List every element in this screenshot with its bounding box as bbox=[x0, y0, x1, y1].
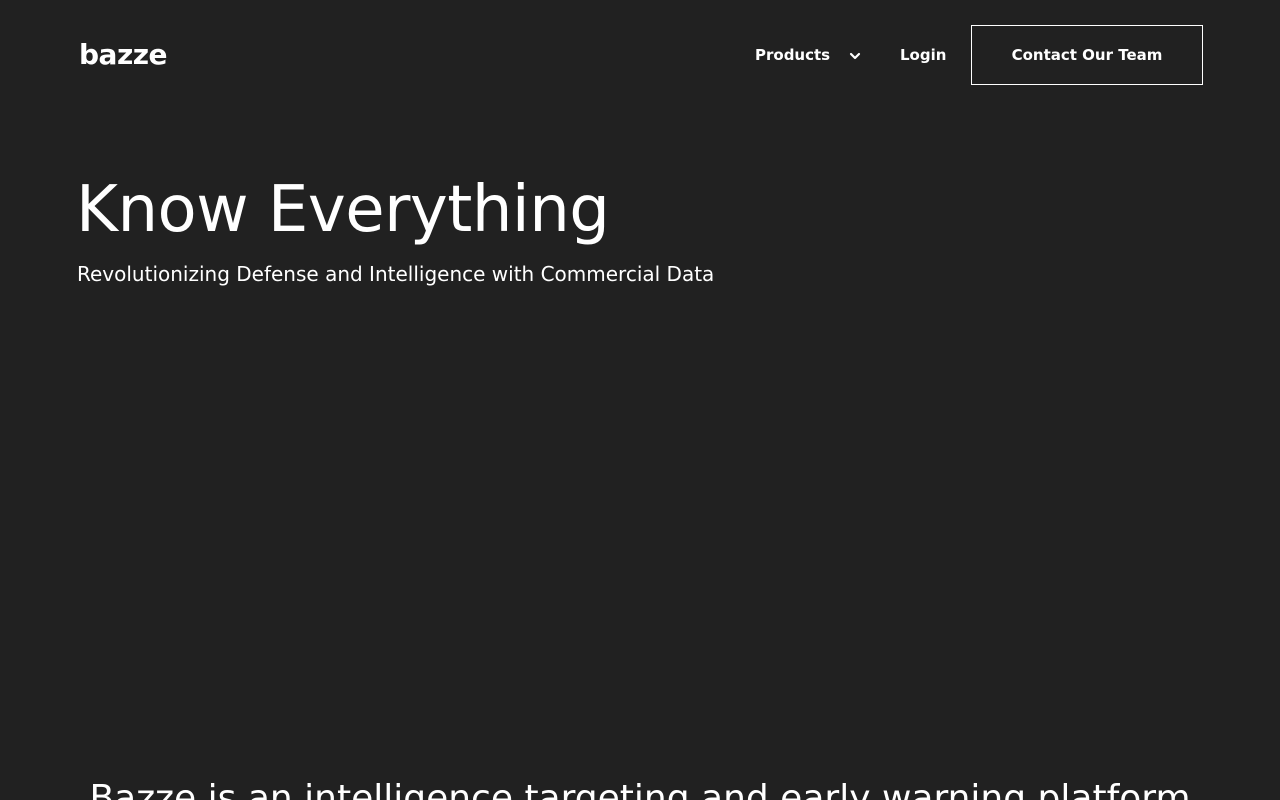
products-menu[interactable]: Products bbox=[755, 44, 862, 66]
top-navigation: bazze Products Login Contact Our Team bbox=[0, 0, 1280, 110]
products-menu-label: Products bbox=[755, 46, 831, 64]
hero-subtitle: Revolutionizing Defense and Intelligence… bbox=[77, 262, 715, 286]
chevron-down-icon bbox=[848, 48, 862, 62]
page: bazze Products Login Contact Our Team Kn… bbox=[0, 0, 1280, 800]
platform-intro-heading: Bazze is an intelligence targeting and e… bbox=[89, 778, 1191, 800]
login-link[interactable]: Login bbox=[900, 44, 946, 66]
contact-our-team-button[interactable]: Contact Our Team bbox=[971, 25, 1203, 85]
hero-title: Know Everything bbox=[76, 173, 610, 247]
bazze-logo[interactable]: bazze bbox=[79, 36, 168, 74]
